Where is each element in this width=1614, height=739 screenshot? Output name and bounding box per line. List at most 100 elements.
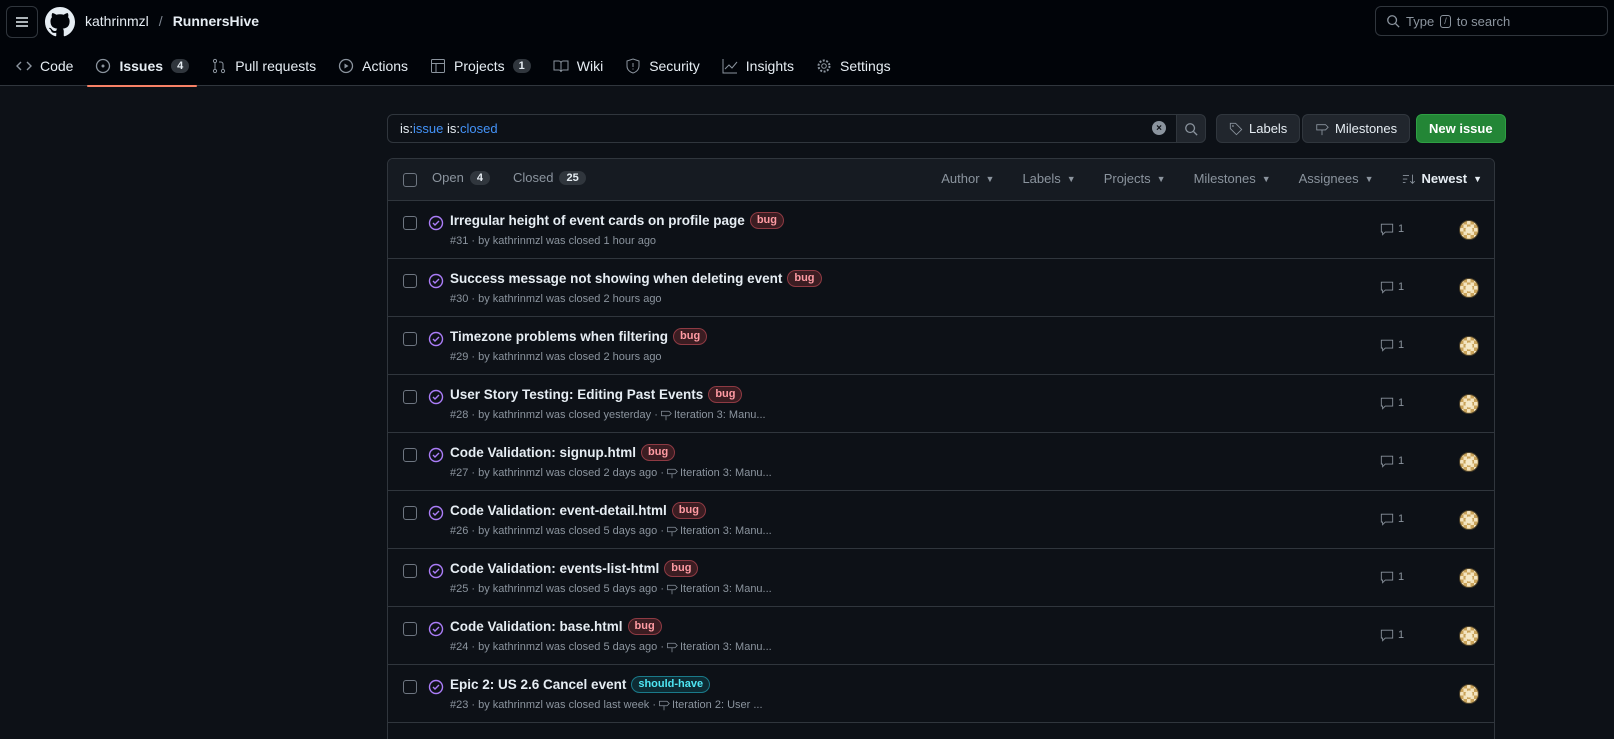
issue-row[interactable]: Irregular height of event cards on profi… — [388, 201, 1494, 259]
issue-comments[interactable]: 1 — [1380, 222, 1404, 236]
issue-comments[interactable]: 1 — [1380, 570, 1404, 584]
issue-title-link[interactable]: Timezone problems when filtering — [450, 329, 668, 344]
tab-issues[interactable]: Issues 4 — [87, 46, 197, 87]
issue-row[interactable]: Epic 2: US 2.6 Cancel event should-have … — [388, 665, 1494, 723]
play-icon — [338, 58, 354, 74]
select-all-checkbox[interactable] — [403, 173, 417, 187]
issue-checkbox[interactable] — [403, 448, 417, 462]
issue-row[interactable]: Code Validation: signup.html bug #27 · b… — [388, 433, 1494, 491]
author-filter-label: Author — [941, 171, 980, 186]
issue-checkbox[interactable] — [403, 680, 417, 694]
tab-label: Code — [40, 58, 74, 74]
new-issue-button[interactable]: New issue — [1416, 114, 1506, 143]
issue-label[interactable]: bug — [671, 502, 706, 519]
issue-title-link[interactable]: Success message not showing when deletin… — [450, 271, 782, 286]
avatar[interactable] — [1459, 336, 1479, 356]
tab-projects[interactable]: Projects 1 — [422, 46, 539, 86]
global-search-input[interactable]: Type / to search — [1375, 6, 1608, 36]
issue-checkbox[interactable] — [403, 390, 417, 404]
milestone-icon — [661, 410, 672, 421]
repo-owner-link[interactable]: kathrinmzl — [85, 13, 149, 29]
issue-title-link[interactable]: Code Validation: base.html — [450, 619, 623, 634]
issue-milestone-link[interactable]: Iteration 2: User ... — [672, 699, 762, 711]
labels-filter-label: Labels — [1022, 171, 1061, 186]
issue-comments[interactable]: 1 — [1380, 396, 1404, 410]
tab-wiki[interactable]: Wiki — [545, 46, 611, 86]
issue-milestone-link[interactable]: Iteration 3: Manu... — [680, 641, 772, 653]
avatar[interactable] — [1459, 626, 1479, 646]
issue-comments[interactable]: 1 — [1380, 280, 1404, 294]
issue-comments[interactable]: 1 — [1380, 512, 1404, 526]
issue-comments[interactable]: 1 — [1380, 628, 1404, 642]
issue-title-link[interactable]: Epic 2: US 2.6 Cancel event — [450, 677, 626, 692]
issue-meta: #25 · by kathrinmzl was closed 5 days ag… — [450, 583, 772, 595]
labels-filter[interactable]: Labels ▼ — [1022, 171, 1075, 186]
issue-label[interactable]: bug — [749, 212, 784, 229]
issue-title-link[interactable]: Code Validation: signup.html — [450, 445, 636, 460]
issue-title-line: Epic 2: US 2.6 Cancel event should-have — [450, 676, 711, 693]
issue-checkbox[interactable] — [403, 622, 417, 636]
issue-milestone-link[interactable]: Iteration 3: Manu... — [680, 583, 772, 595]
issue-comments[interactable]: 1 — [1380, 338, 1404, 352]
assignees-filter[interactable]: Assignees ▼ — [1299, 171, 1374, 186]
tab-actions[interactable]: Actions — [330, 46, 416, 86]
tab-insights[interactable]: Insights — [714, 46, 802, 86]
issue-title-link[interactable]: Code Validation: event-detail.html — [450, 503, 667, 518]
issue-comments[interactable]: 1 — [1380, 454, 1404, 468]
issue-checkbox[interactable] — [403, 216, 417, 230]
issue-milestone-link[interactable]: Iteration 3: Manu... — [680, 467, 772, 479]
avatar[interactable] — [1459, 510, 1479, 530]
issue-row[interactable]: User Story Testing: Editing Past Events … — [388, 375, 1494, 433]
avatar[interactable] — [1459, 452, 1479, 472]
issue-title-line: Code Validation: base.html bug — [450, 618, 662, 635]
issue-label[interactable]: bug — [664, 560, 699, 577]
issue-label[interactable]: bug — [627, 618, 662, 635]
tab-settings[interactable]: Settings — [808, 46, 899, 86]
issue-label[interactable]: should-have — [631, 676, 711, 693]
tab-label: Issues — [119, 58, 164, 74]
author-filter[interactable]: Author ▼ — [941, 171, 994, 186]
labels-button[interactable]: Labels — [1216, 114, 1301, 143]
milestone-icon — [659, 700, 670, 711]
issue-milestone-link[interactable]: Iteration 3: Manu... — [674, 409, 766, 421]
sort-dropdown[interactable]: Newest ▼ — [1402, 171, 1482, 186]
issue-checkbox[interactable] — [403, 274, 417, 288]
filter-search-button[interactable] — [1176, 114, 1206, 143]
clear-filter-icon[interactable]: × — [1152, 121, 1166, 135]
issue-label[interactable]: bug — [641, 444, 676, 461]
issue-meta: #23 · by kathrinmzl was closed last week… — [450, 699, 763, 711]
issue-label[interactable]: bug — [787, 270, 822, 287]
issue-row[interactable]: Timezone problems when filtering bug #29… — [388, 317, 1494, 375]
gear-icon — [817, 59, 831, 73]
avatar[interactable] — [1459, 684, 1479, 704]
open-issues-filter[interactable]: Open 4 — [432, 170, 490, 185]
menu-button[interactable] — [6, 6, 38, 38]
issue-title-link[interactable]: Irregular height of event cards on profi… — [450, 213, 745, 228]
issue-title-link[interactable]: Code Validation: events-list-html — [450, 561, 659, 576]
tab-code[interactable]: Code — [8, 46, 81, 86]
tab-security[interactable]: Security — [617, 46, 708, 86]
closed-issues-filter[interactable]: Closed 25 — [513, 170, 586, 185]
tab-pull-requests[interactable]: Pull requests — [203, 46, 324, 86]
issue-label[interactable]: bug — [708, 386, 743, 403]
milestones-filter[interactable]: Milestones ▼ — [1194, 171, 1271, 186]
issue-title-link[interactable]: User Story Testing: Editing Past Events — [450, 387, 703, 402]
avatar[interactable] — [1459, 278, 1479, 298]
avatar[interactable] — [1459, 394, 1479, 414]
avatar[interactable] — [1459, 220, 1479, 240]
issue-filter-input[interactable]: is: issue is: closed × — [387, 114, 1177, 143]
issue-row[interactable]: Success message not showing when deletin… — [388, 259, 1494, 317]
issue-row[interactable]: Code Validation: event-detail.html bug #… — [388, 491, 1494, 549]
github-logo-icon[interactable] — [45, 7, 75, 37]
issue-checkbox[interactable] — [403, 564, 417, 578]
repo-name-link[interactable]: RunnersHive — [173, 13, 259, 29]
projects-filter[interactable]: Projects ▼ — [1104, 171, 1166, 186]
avatar[interactable] — [1459, 568, 1479, 588]
issue-row[interactable]: Code Validation: events-list-html bug #2… — [388, 549, 1494, 607]
issue-row[interactable]: Code Validation: base.html bug #24 · by … — [388, 607, 1494, 665]
issue-milestone-link[interactable]: Iteration 3: Manu... — [680, 525, 772, 537]
issue-label[interactable]: bug — [673, 328, 708, 345]
issue-checkbox[interactable] — [403, 332, 417, 346]
issue-checkbox[interactable] — [403, 506, 417, 520]
milestones-button[interactable]: Milestones — [1302, 114, 1411, 143]
